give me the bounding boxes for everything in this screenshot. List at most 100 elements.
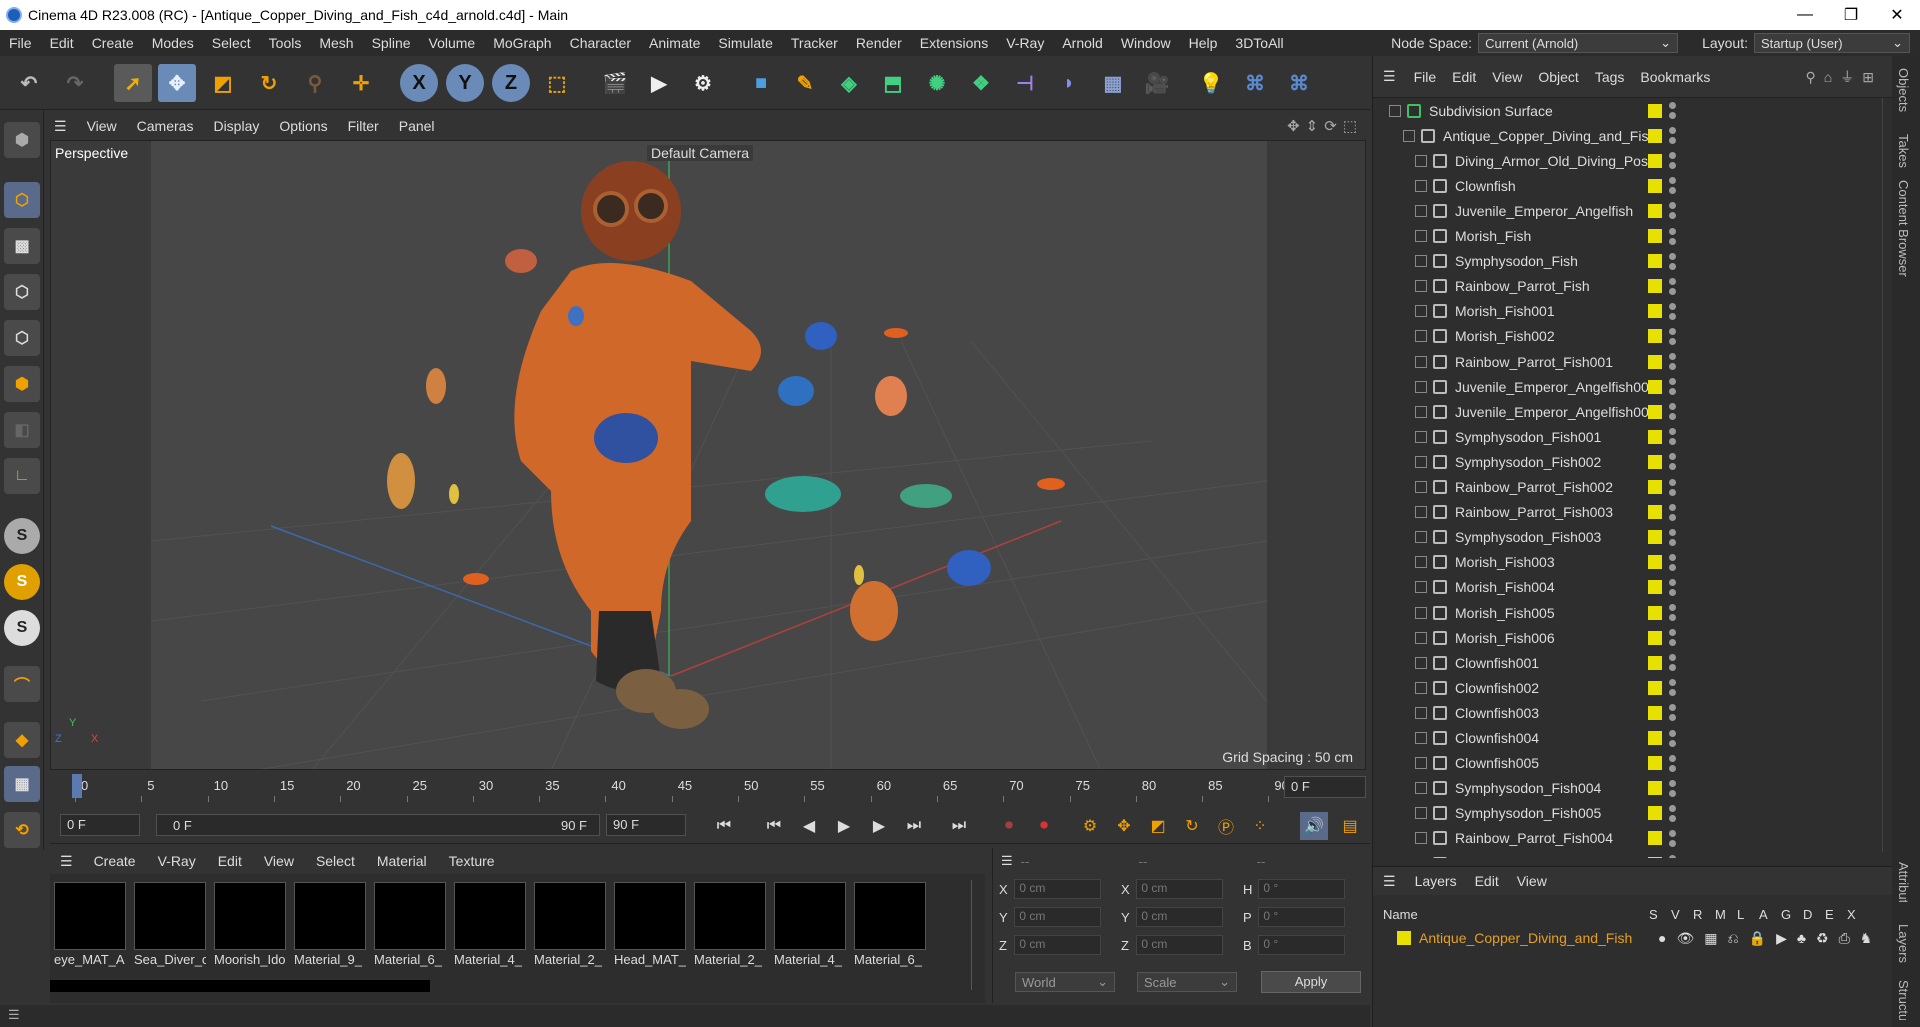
cube-icon[interactable]: ■ (742, 64, 780, 102)
render-dot-icon[interactable] (1669, 513, 1676, 521)
object-item[interactable]: Symphysodon_Fish004 (1373, 776, 1883, 801)
object-menu-object[interactable]: Object (1530, 69, 1586, 85)
layer-tag-icon[interactable] (1648, 605, 1662, 620)
expand-icon[interactable] (1415, 430, 1427, 443)
tab-layers[interactable]: Layers (1896, 924, 1911, 963)
render-dot-icon[interactable] (1669, 438, 1676, 446)
material-swatch[interactable]: Material_4_ (454, 882, 526, 970)
timeline-window-icon[interactable]: ▤ (1336, 812, 1364, 840)
menu-item-3dtoall[interactable]: 3DToAll (1226, 35, 1292, 51)
scale-tool-icon[interactable]: ◩ (204, 64, 242, 102)
tab-objects[interactable]: Objects (1896, 68, 1911, 112)
previous-key-icon[interactable]: ⏮ (760, 812, 788, 840)
hamburger-icon[interactable]: ☰ (1373, 68, 1406, 85)
material-preview[interactable] (134, 882, 206, 950)
live-selection-icon[interactable]: ⚲ (296, 64, 334, 102)
layer-tag-icon[interactable] (1648, 731, 1662, 745)
material-preview[interactable] (614, 882, 686, 950)
visibility-dot-icon[interactable] (1669, 654, 1676, 662)
menu-item-animate[interactable]: Animate (640, 35, 709, 51)
object-item[interactable]: Morish_Fish003 (1373, 550, 1883, 575)
layer-tag-icon[interactable] (1648, 103, 1662, 118)
layer-tag-icon[interactable] (1648, 480, 1662, 494)
3d-viewport[interactable]: Perspective Default Camera Grid Spacing … (50, 140, 1366, 770)
go-to-end-icon[interactable]: ⏭ (945, 812, 973, 840)
expand-icon[interactable] (1415, 481, 1427, 493)
play-icon[interactable]: ▶ (830, 812, 858, 840)
object-item[interactable]: Symphysodon_Fish001 (1373, 424, 1883, 449)
object-item[interactable]: Morish_Fish004 (1373, 575, 1883, 600)
key-parameter-icon[interactable]: Ⓟ (1212, 812, 1240, 840)
y-axis-lock-button[interactable]: Y (446, 64, 484, 102)
snap-icon[interactable]: ⌒ (4, 666, 40, 702)
render-dot-icon[interactable] (1669, 212, 1676, 220)
visibility-dot-icon[interactable] (1669, 829, 1676, 837)
layer-tag-icon[interactable] (1648, 781, 1662, 796)
render-dot-icon[interactable] (1669, 137, 1676, 145)
select-tool-icon[interactable]: ➚ (114, 64, 152, 102)
expand-icon[interactable] (1415, 757, 1427, 770)
viewport-menu-panel[interactable]: Panel (389, 118, 445, 134)
timeline-ruler[interactable]: 0 5 10 15 20 25 30 35 40 45 50 55 60 65 70 75 80 85 90 0 F (50, 772, 1370, 802)
render-dot-icon[interactable] (1669, 714, 1676, 722)
object-item[interactable]: Morish_Fish005 (1373, 600, 1883, 625)
layer-tag-icon[interactable] (1648, 304, 1662, 319)
viewport-nav-icons[interactable]: ✥⇕⟳⬚ (1287, 117, 1363, 135)
object-parent[interactable]: Antique_Copper_Diving_and_Fish (1373, 123, 1883, 148)
texture-mode-icon[interactable]: ▩ (4, 228, 40, 264)
object-item[interactable]: Morish_Fish001 (1373, 299, 1883, 324)
axis-mode-icon[interactable]: ∟ (4, 458, 40, 494)
object-item[interactable]: Symphysodon_Fish002 (1373, 449, 1883, 474)
object-item[interactable]: Morish_Fish (1373, 224, 1883, 249)
render-dot-icon[interactable] (1669, 563, 1676, 571)
hamburger-icon[interactable]: ☰ (44, 118, 77, 135)
visibility-dot-icon[interactable] (1669, 629, 1676, 637)
render-dot-icon[interactable] (1669, 614, 1676, 621)
object-subdivision-surface[interactable]: Subdivision Surface (1373, 98, 1883, 123)
material-swatch[interactable]: Head_MAT_ (614, 882, 686, 970)
extrude-icon[interactable]: ⬒ (874, 64, 912, 102)
quantize-icon[interactable]: ⟲ (4, 812, 40, 848)
menu-item-mograph[interactable]: MoGraph (484, 35, 560, 51)
layer-tag-icon[interactable] (1648, 178, 1662, 193)
visibility-dot-icon[interactable] (1669, 729, 1676, 737)
material-scrollbar[interactable] (971, 880, 981, 990)
menu-item-tracker[interactable]: Tracker (782, 35, 847, 51)
coord-field[interactable]: 0 cm (1014, 907, 1101, 927)
tab-takes[interactable]: Takes (1896, 134, 1911, 168)
visibility-dot-icon[interactable] (1669, 553, 1676, 561)
edges-mode-icon[interactable]: ⬡ (4, 320, 40, 356)
light-icon[interactable]: 💡 (1192, 64, 1230, 102)
material-swatch[interactable]: Material_2_ (534, 882, 606, 970)
solo-hierarchy-icon[interactable]: S (4, 564, 40, 600)
layer-tag-icon[interactable] (1648, 153, 1662, 168)
layer-tag-icon[interactable] (1648, 756, 1662, 771)
visibility-dot-icon[interactable] (1669, 227, 1676, 235)
material-menu-select[interactable]: Select (305, 853, 366, 869)
menu-item-arnold[interactable]: Arnold (1053, 35, 1111, 51)
material-swatch[interactable]: Material_6_ (854, 882, 926, 970)
render-dot-icon[interactable] (1669, 538, 1676, 546)
next-frame-icon[interactable]: ▶ (865, 812, 893, 840)
coord-field[interactable]: 0 cm (1136, 935, 1223, 955)
viewport-menu-options[interactable]: Options (269, 118, 337, 134)
material-menu-view[interactable]: View (253, 853, 305, 869)
object-item[interactable]: Morish_Fish002 (1373, 324, 1883, 349)
material-preview[interactable] (694, 882, 766, 950)
z-axis-lock-button[interactable]: Z (492, 64, 530, 102)
key-scale-icon[interactable]: ◩ (1144, 812, 1172, 840)
expand-icon[interactable] (1415, 531, 1427, 544)
render-dot-icon[interactable] (1669, 162, 1676, 170)
layer-tag-icon[interactable] (1648, 254, 1662, 269)
viewport-menu-cameras[interactable]: Cameras (127, 118, 204, 134)
visibility-dot-icon[interactable] (1669, 353, 1676, 360)
x-axis-lock-button[interactable]: X (400, 64, 438, 102)
record-icon[interactable]: ⏺ (995, 812, 1023, 840)
render-dot-icon[interactable] (1669, 463, 1676, 471)
menu-item-select[interactable]: Select (203, 35, 260, 51)
menu-item-mesh[interactable]: Mesh (310, 35, 362, 51)
expand-icon[interactable] (1415, 179, 1427, 192)
visibility-dot-icon[interactable] (1669, 855, 1676, 858)
cloner-icon[interactable]: ❖ (962, 64, 1000, 102)
expand-icon[interactable] (1415, 506, 1427, 519)
